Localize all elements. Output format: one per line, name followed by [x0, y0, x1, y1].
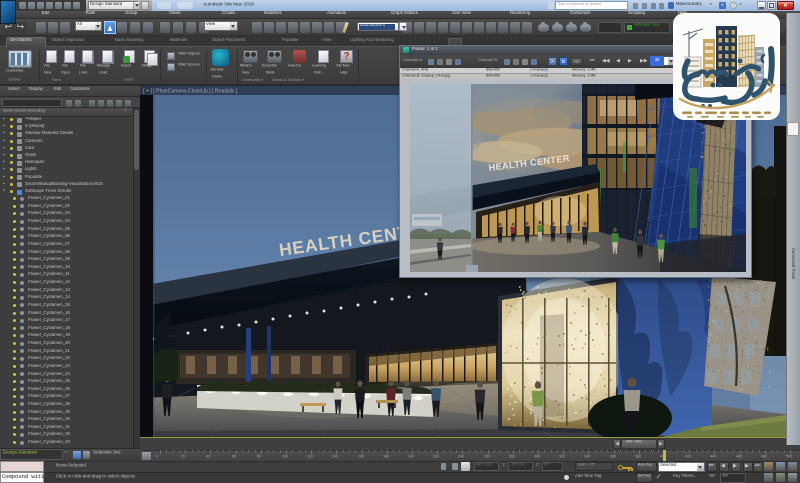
svg-text:[ + ] [ PhysCamera-CloseUp ] [: [ + ] [ PhysCamera-CloseUp ] [ Realistic… — [143, 89, 238, 95]
